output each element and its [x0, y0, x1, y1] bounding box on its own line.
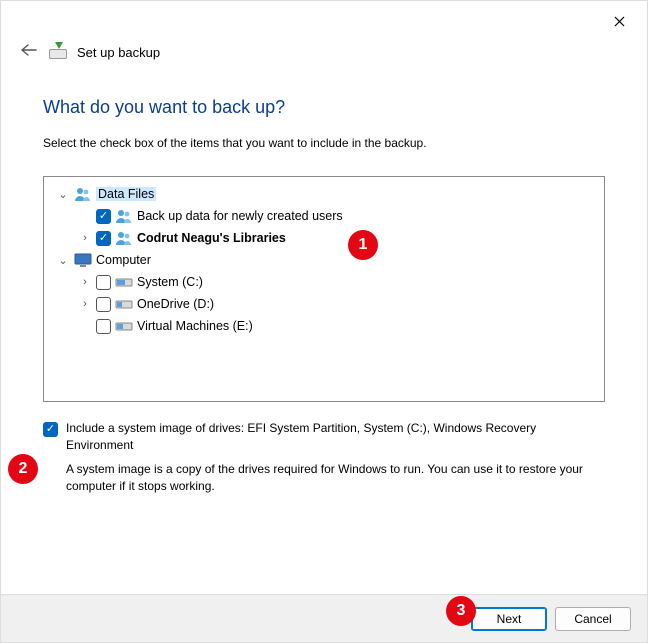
- checkbox-onedrive-d[interactable]: [96, 297, 111, 312]
- system-image-label: Include a system image of drives: EFI Sy…: [66, 420, 605, 455]
- people-icon: [115, 208, 133, 224]
- people-icon: [74, 186, 92, 202]
- system-image-section: Include a system image of drives: EFI Sy…: [43, 420, 605, 496]
- chevron-right-icon[interactable]: ›: [78, 298, 92, 310]
- tree-node-libraries[interactable]: › Codrut Neagu's Libraries: [48, 227, 600, 249]
- chevron-down-icon[interactable]: ⌄: [56, 254, 70, 267]
- titlebar: [1, 1, 647, 35]
- tree-label: Codrut Neagu's Libraries: [137, 231, 286, 245]
- content-area: What do you want to back up? Select the …: [1, 67, 647, 594]
- cancel-button[interactable]: Cancel: [555, 607, 631, 631]
- checkbox-libraries[interactable]: [96, 231, 111, 246]
- tree-node-system-c[interactable]: › System (C:): [48, 271, 600, 293]
- drive-icon: [115, 274, 133, 290]
- system-image-text: Include a system image of drives: EFI Sy…: [66, 420, 605, 496]
- backup-items-tree[interactable]: ⌄ Data Files › Back up data for newly cr…: [43, 176, 605, 402]
- tree-node-vms-e[interactable]: › Virtual Machines (E:): [48, 315, 600, 337]
- drive-icon: [115, 318, 133, 334]
- chevron-down-icon[interactable]: ⌄: [56, 188, 70, 201]
- close-button[interactable]: [601, 7, 637, 35]
- page-heading: What do you want to back up?: [43, 97, 605, 118]
- chevron-right-icon[interactable]: ›: [78, 276, 92, 288]
- annotation-badge-2: 2: [8, 454, 38, 484]
- expander-placeholder: ›: [78, 320, 92, 332]
- tree-node-onedrive-d[interactable]: › OneDrive (D:): [48, 293, 600, 315]
- people-icon: [115, 230, 133, 246]
- tree-label: Data Files: [96, 187, 156, 201]
- tree-node-computer[interactable]: ⌄ Computer: [48, 249, 600, 271]
- tree-label: OneDrive (D:): [137, 297, 214, 311]
- button-bar: Next Cancel: [1, 594, 647, 642]
- monitor-icon: [74, 252, 92, 268]
- tree-label: Computer: [96, 253, 151, 267]
- page-subheading: Select the check box of the items that y…: [43, 136, 605, 150]
- checkbox-system-image[interactable]: [43, 422, 58, 437]
- tree-label: System (C:): [137, 275, 203, 289]
- drive-icon: [115, 296, 133, 312]
- tree-label: Virtual Machines (E:): [137, 319, 253, 333]
- chevron-right-icon[interactable]: ›: [78, 232, 92, 244]
- backup-wizard-icon: [49, 43, 67, 61]
- tree-node-new-users[interactable]: › Back up data for newly created users: [48, 205, 600, 227]
- annotation-badge-3: 3: [446, 596, 476, 626]
- wizard-header: Set up backup: [1, 35, 647, 67]
- tree-label: Back up data for newly created users: [137, 209, 343, 223]
- back-arrow-icon[interactable]: [19, 41, 39, 63]
- tree-node-data-files[interactable]: ⌄ Data Files: [48, 183, 600, 205]
- system-image-description: A system image is a copy of the drives r…: [66, 461, 605, 496]
- backup-wizard-window: Set up backup What do you want to back u…: [0, 0, 648, 643]
- checkbox-vms-e[interactable]: [96, 319, 111, 334]
- expander-placeholder: ›: [78, 210, 92, 222]
- wizard-title: Set up backup: [77, 45, 160, 60]
- checkbox-system-c[interactable]: [96, 275, 111, 290]
- close-icon: [614, 16, 625, 27]
- next-button[interactable]: Next: [471, 607, 547, 631]
- checkbox-new-users[interactable]: [96, 209, 111, 224]
- annotation-badge-1: 1: [348, 230, 378, 260]
